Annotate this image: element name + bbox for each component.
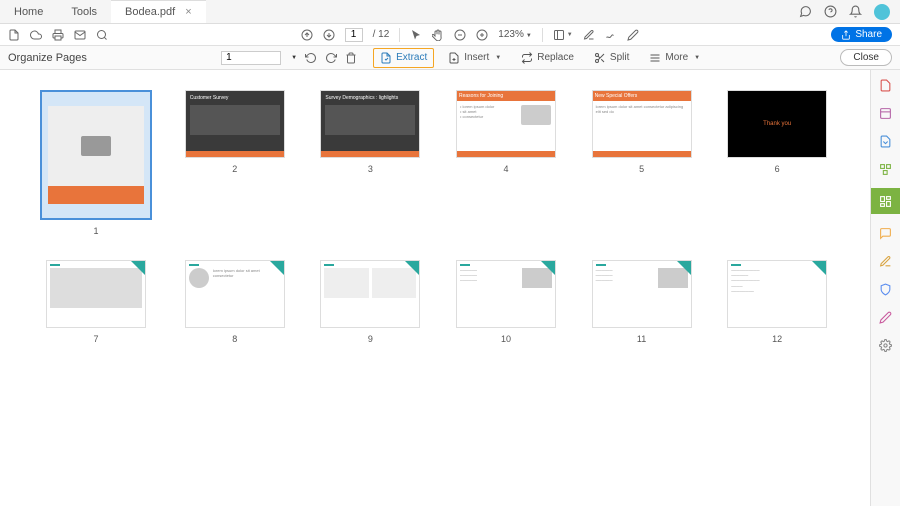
print-icon[interactable] xyxy=(52,29,64,41)
insert-button[interactable]: Insert▼ xyxy=(442,49,507,67)
page-thumb-10[interactable]: ────────────────── 10 xyxy=(453,260,559,344)
tab-tools[interactable]: Tools xyxy=(57,0,111,23)
main-toolbar: / 12 123%▼ ▼ Share xyxy=(0,24,900,46)
rail-redact-icon[interactable] xyxy=(877,308,895,326)
close-icon[interactable]: × xyxy=(185,6,191,18)
sign-icon[interactable] xyxy=(605,29,617,41)
chevron-down-icon[interactable]: ▼ xyxy=(291,55,297,61)
close-button[interactable]: Close xyxy=(840,49,892,66)
thumbnail-grid: 1 Customer Survey 2 Survey Demographics … xyxy=(0,70,870,506)
page-number-input[interactable] xyxy=(345,28,363,42)
rail-create-pdf-icon[interactable] xyxy=(877,76,895,94)
page-thumb-1[interactable]: 1 xyxy=(40,90,152,236)
highlight-icon[interactable] xyxy=(583,29,595,41)
content-area: 1 Customer Survey 2 Survey Demographics … xyxy=(0,70,900,506)
extract-button[interactable]: Extract xyxy=(373,48,434,68)
rotate-right-icon[interactable] xyxy=(325,52,337,64)
zoom-in-icon[interactable] xyxy=(476,29,488,41)
page-thumb-11[interactable]: ────────────────── 11 xyxy=(589,260,695,344)
rail-comment-icon[interactable] xyxy=(877,224,895,242)
replace-button[interactable]: Replace xyxy=(515,49,580,67)
rail-protect-icon[interactable] xyxy=(877,280,895,298)
pen-icon[interactable] xyxy=(627,29,639,41)
fit-icon[interactable]: ▼ xyxy=(553,29,573,41)
share-button[interactable]: Share xyxy=(831,27,892,42)
page-thumb-7[interactable]: 7 xyxy=(40,260,152,344)
chat-icon[interactable] xyxy=(799,5,812,18)
page-icon[interactable] xyxy=(8,29,20,41)
tab-home[interactable]: Home xyxy=(0,0,57,23)
page-total: / 12 xyxy=(373,29,390,40)
cloud-icon[interactable] xyxy=(30,29,42,41)
more-button[interactable]: More▼ xyxy=(643,49,706,67)
right-tool-rail xyxy=(870,70,900,506)
tab-bar: Home Tools Bodea.pdf × xyxy=(0,0,900,24)
rail-organize-icon[interactable] xyxy=(871,188,900,214)
page-thumb-4[interactable]: Reasons for Joining• lorem ipsum dolor• … xyxy=(453,90,559,236)
page-thumb-2[interactable]: Customer Survey 2 xyxy=(182,90,288,236)
page-thumb-3[interactable]: Survey Demographics : lighlights 3 xyxy=(318,90,424,236)
page-thumb-5[interactable]: New Special Offerslorem ipsum dolor sit … xyxy=(589,90,695,236)
arrow-up-icon[interactable] xyxy=(301,29,313,41)
rotate-left-icon[interactable] xyxy=(305,52,317,64)
organize-title: Organize Pages xyxy=(8,52,87,64)
split-button[interactable]: Split xyxy=(588,49,635,67)
organize-toolbar: Organize Pages ▼ Extract Insert▼ Replace… xyxy=(0,46,900,70)
mail-icon[interactable] xyxy=(74,29,86,41)
avatar[interactable] xyxy=(874,4,890,20)
page-thumb-8[interactable]: lorem ipsum dolor sit amet consectetur 8 xyxy=(182,260,288,344)
arrow-down-icon[interactable] xyxy=(323,29,335,41)
page-thumb-6[interactable]: Thank you 6 xyxy=(724,90,830,236)
page-thumb-9[interactable]: 9 xyxy=(318,260,424,344)
page-thumb-12[interactable]: ────────────────────────────────────── 1… xyxy=(724,260,830,344)
help-icon[interactable] xyxy=(824,5,837,18)
zoom-value[interactable]: 123%▼ xyxy=(498,29,532,40)
hand-icon[interactable] xyxy=(432,29,444,41)
page-select-input[interactable] xyxy=(221,51,281,65)
rail-more-tools-icon[interactable] xyxy=(877,336,895,354)
search-icon[interactable] xyxy=(96,29,108,41)
rail-combine-icon[interactable] xyxy=(877,160,895,178)
tab-file[interactable]: Bodea.pdf × xyxy=(111,0,206,23)
rail-edit-icon[interactable] xyxy=(877,104,895,122)
tab-file-label: Bodea.pdf xyxy=(125,6,175,18)
rail-export-icon[interactable] xyxy=(877,132,895,150)
bell-icon[interactable] xyxy=(849,5,862,18)
pointer-icon[interactable] xyxy=(410,29,422,41)
trash-icon[interactable] xyxy=(345,52,357,64)
zoom-out-icon[interactable] xyxy=(454,29,466,41)
rail-fill-sign-icon[interactable] xyxy=(877,252,895,270)
